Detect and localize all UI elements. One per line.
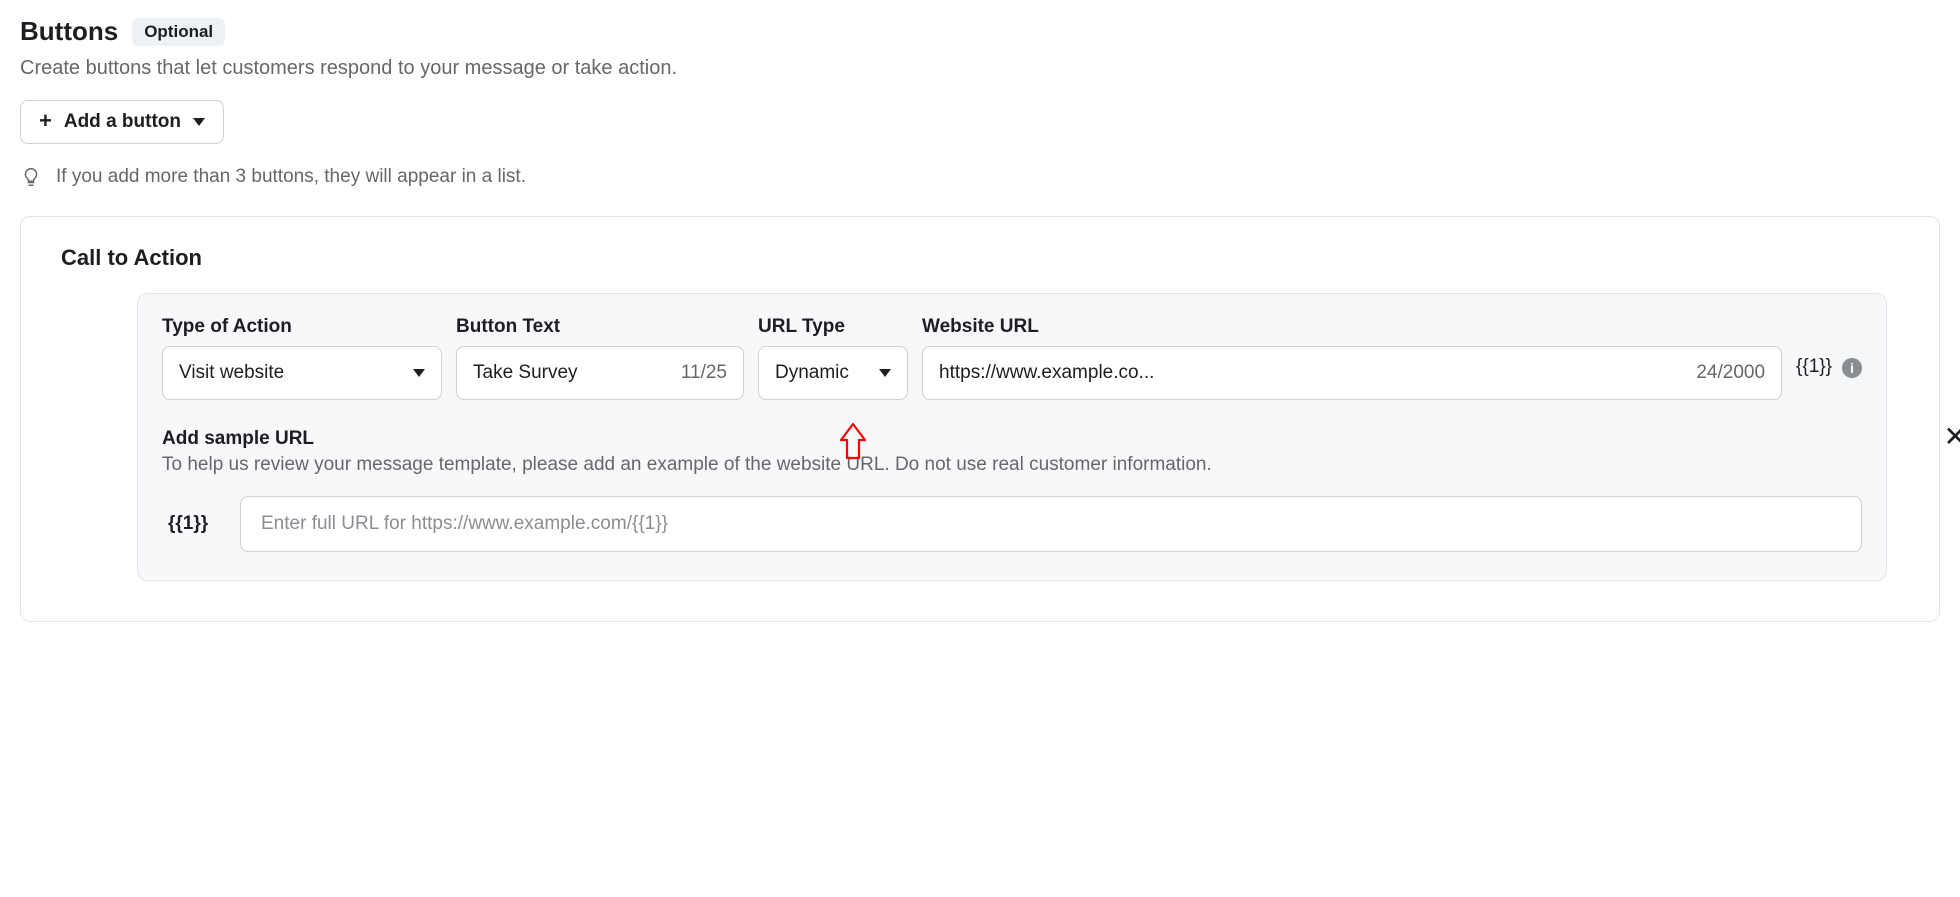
hint-row: If you add more than 3 buttons, they wil…	[20, 166, 1940, 188]
add-button-label: Add a button	[64, 111, 181, 133]
sample-url-token: {{1}}	[162, 513, 222, 535]
sample-url-row: {{1}}	[162, 496, 1862, 552]
label-type-of-action: Type of Action	[162, 316, 442, 338]
close-icon[interactable]: ✕	[1944, 423, 1960, 451]
button-text-input[interactable]	[473, 362, 671, 384]
sample-url-description: To help us review your message template,…	[162, 454, 1862, 476]
label-website-url: Website URL	[922, 316, 1782, 338]
add-button-dropdown[interactable]: + Add a button	[20, 100, 224, 144]
chevron-down-icon	[193, 118, 205, 126]
col-url-type: URL Type Dynamic	[758, 316, 908, 400]
col-type-of-action: Type of Action Visit website	[162, 316, 442, 400]
label-url-type: URL Type	[758, 316, 908, 338]
website-url-input-wrapper[interactable]: 24/2000	[922, 346, 1782, 400]
button-text-input-wrapper[interactable]: 11/25	[456, 346, 744, 400]
action-type-value: Visit website	[179, 362, 284, 384]
label-button-text: Button Text	[456, 316, 744, 338]
col-button-text: Button Text 11/25	[456, 316, 744, 400]
cta-panel-title: Call to Action	[61, 245, 1907, 271]
sample-url-title: Add sample URL	[162, 428, 1862, 450]
optional-badge: Optional	[132, 18, 225, 46]
variable-token: {{1}}	[1796, 356, 1832, 378]
section-description: Create buttons that let customers respon…	[20, 57, 1940, 80]
info-icon[interactable]: i	[1842, 358, 1862, 378]
url-type-select[interactable]: Dynamic	[758, 346, 908, 400]
cta-row: Type of Action Visit website Button Text…	[162, 316, 1862, 400]
section-header: Buttons Optional	[20, 16, 1940, 47]
cta-panel: Call to Action Type of Action Visit webs…	[20, 216, 1940, 622]
sample-url-input[interactable]	[259, 512, 1843, 536]
hint-text: If you add more than 3 buttons, they wil…	[56, 166, 526, 188]
url-trailing: {{1}} i	[1796, 316, 1862, 378]
lightbulb-icon	[20, 166, 42, 188]
chevron-down-icon	[413, 369, 425, 377]
website-url-input[interactable]	[939, 362, 1686, 384]
cta-config-card: Type of Action Visit website Button Text…	[137, 293, 1887, 581]
action-type-select[interactable]: Visit website	[162, 346, 442, 400]
sample-url-input-wrapper[interactable]	[240, 496, 1862, 552]
section-title: Buttons	[20, 16, 118, 47]
col-website-url: Website URL 24/2000	[922, 316, 1782, 400]
website-url-count: 24/2000	[1696, 362, 1765, 384]
button-text-count: 11/25	[681, 362, 727, 384]
sample-url-block: Add sample URL To help us review your me…	[162, 428, 1862, 552]
url-type-value: Dynamic	[775, 362, 849, 384]
chevron-down-icon	[879, 369, 891, 377]
